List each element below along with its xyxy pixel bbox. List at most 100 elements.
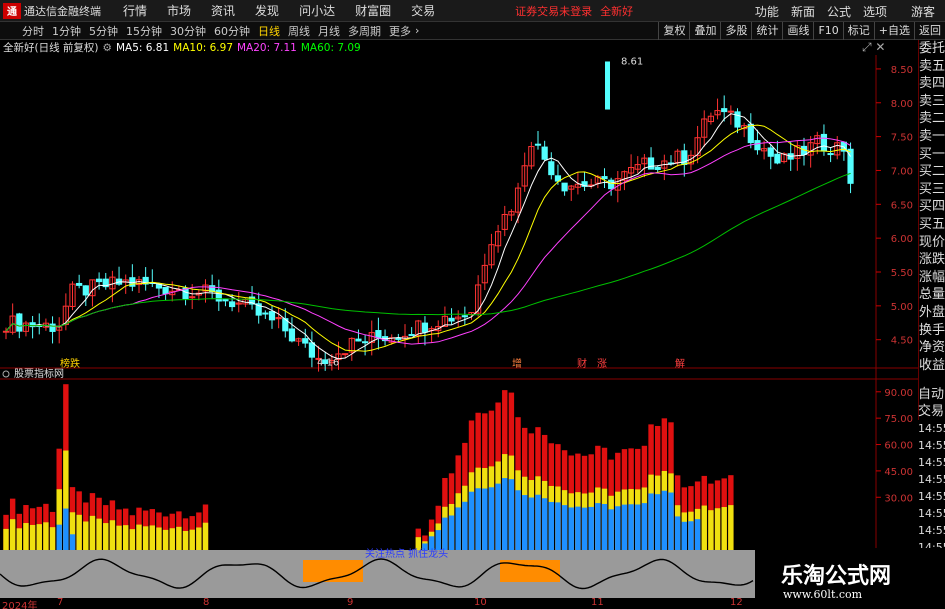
vol-bar-blue <box>655 494 661 550</box>
candle-body <box>49 323 56 332</box>
menu-guest[interactable]: 游客 <box>911 3 935 20</box>
btn-add-watchlist[interactable]: +自选 <box>873 22 914 40</box>
menu-new-page[interactable]: 新面 <box>791 3 815 20</box>
ma60-line <box>5 172 851 332</box>
time-sales-item: 交易 <box>918 404 945 419</box>
period-daily[interactable]: 日线 <box>258 23 280 39</box>
vol-bar-blue <box>448 515 455 550</box>
time-sales-item: 自动 <box>918 387 945 402</box>
vol-bar-yellow <box>43 522 49 550</box>
ma5-line <box>5 113 852 360</box>
menu-item-ask[interactable]: 问小达 <box>299 2 335 19</box>
vol-bar-blue <box>528 497 535 550</box>
price-axis-label: 8.00 <box>891 99 913 110</box>
vol-bar-blue <box>468 491 475 550</box>
candle-body <box>767 147 774 157</box>
ma20-line <box>5 137 851 345</box>
menu-item-news[interactable]: 资讯 <box>211 2 235 19</box>
btn-back[interactable]: 返回 <box>914 22 945 40</box>
vol-bar-yellow <box>182 531 189 550</box>
period-60min[interactable]: 60分钟 <box>214 23 250 39</box>
event-tag: 解 <box>675 357 685 370</box>
price-axis-label: 6.00 <box>891 234 913 245</box>
time-sales-item: 14:55 <box>918 473 945 486</box>
candle-body <box>561 182 568 192</box>
menu-item-discover[interactable]: 发现 <box>255 2 279 19</box>
settings-icon <box>2 370 10 378</box>
btn-f10[interactable]: F10 <box>813 22 842 40</box>
vol-bar-blue <box>581 507 588 550</box>
login-warning[interactable]: 证券交易未登录 <box>515 3 592 19</box>
vol-bar-yellow <box>116 525 122 550</box>
period-5min[interactable]: 5分钟 <box>89 23 118 39</box>
event-tag: 增 <box>512 357 522 370</box>
vol-bar-blue <box>462 501 468 550</box>
period-weekly[interactable]: 周线 <box>288 23 310 39</box>
price-axis-label: 5.00 <box>891 302 913 313</box>
order-book-item: 卖一 <box>919 128 945 144</box>
vol-bar-yellow <box>36 524 42 550</box>
menu-formula[interactable]: 公式 <box>827 3 851 20</box>
vol-bar-yellow <box>176 526 182 550</box>
vol-bar-blue <box>674 516 681 550</box>
indicator-title: 股票指标网 <box>14 367 64 380</box>
order-book-item: 总量 <box>919 287 945 303</box>
btn-stats[interactable]: 统计 <box>751 22 782 40</box>
menu-item-quotes[interactable]: 行情 <box>123 2 147 19</box>
menu-item-wealth[interactable]: 财富圈 <box>355 2 391 19</box>
menu-options[interactable]: 选项 <box>863 3 887 20</box>
period-1min[interactable]: 1分钟 <box>52 23 81 39</box>
vol-bar-blue <box>488 487 495 550</box>
menu-function[interactable]: 功能 <box>755 3 779 20</box>
menu-item-market[interactable]: 市场 <box>167 2 191 19</box>
chevron-right-icon[interactable]: › <box>415 24 419 37</box>
candle-body <box>647 157 655 170</box>
order-book-item: 买二 <box>919 164 945 180</box>
vol-bar-yellow <box>156 527 162 550</box>
candle-body <box>408 334 415 337</box>
candle-body <box>734 111 741 128</box>
vol-bar-yellow <box>16 528 22 550</box>
order-book-item: 收益 <box>919 357 945 373</box>
vol-bar-blue <box>595 503 601 550</box>
vol-bar-yellow <box>136 524 142 550</box>
candle-body <box>262 312 269 315</box>
order-book-item: 买一 <box>919 146 945 162</box>
x-axis: 2024年 7 8 9 10 11 12 <box>0 597 755 609</box>
btn-multi-stock[interactable]: 多股 <box>720 22 751 40</box>
btn-overlay[interactable]: 叠加 <box>689 22 720 40</box>
period-monthly[interactable]: 月线 <box>318 23 340 39</box>
period-15min[interactable]: 15分钟 <box>126 23 162 39</box>
candle-body <box>229 301 236 308</box>
candle-body <box>461 315 468 318</box>
period-timeshare[interactable]: 分时 <box>22 23 44 39</box>
vol-bar-yellow <box>142 526 149 550</box>
order-book-item: 卖二 <box>919 111 945 127</box>
menu-item-trade[interactable]: 交易 <box>411 2 435 19</box>
candle-body <box>721 108 728 113</box>
period-more[interactable]: 更多 <box>389 23 411 39</box>
order-book-item: 净资 <box>919 340 945 356</box>
high-price-label: 8.61 <box>621 56 643 67</box>
time-sales-item: 14:55 <box>918 507 945 520</box>
btn-draw[interactable]: 画线 <box>782 22 813 40</box>
btn-mark[interactable]: 标记 <box>842 22 874 40</box>
candle-body <box>215 289 222 302</box>
order-book-item: 卖五 <box>919 58 945 74</box>
candle-body <box>82 285 89 296</box>
x-axis-year: 2024年 <box>2 601 38 609</box>
price-axis-label: 8.50 <box>891 65 913 76</box>
vol-bar-blue <box>661 490 668 550</box>
candle-body <box>375 330 382 339</box>
candle-body <box>608 179 615 190</box>
period-multi[interactable]: 多周期 <box>348 23 381 39</box>
candle-body <box>448 317 455 322</box>
vol-bar-blue <box>495 483 501 550</box>
kline-chart[interactable]: 8.50 8.00 7.50 7.00 6.50 6.00 5.50 5.00 4.50 8.61… <box>0 40 918 600</box>
vol-bar-blue <box>681 521 687 550</box>
ma10-line <box>5 124 851 352</box>
time-sales-item: 14:55 <box>918 490 945 503</box>
candle-body <box>355 338 362 342</box>
btn-adjust[interactable]: 复权 <box>658 22 689 40</box>
period-30min[interactable]: 30分钟 <box>170 23 206 39</box>
